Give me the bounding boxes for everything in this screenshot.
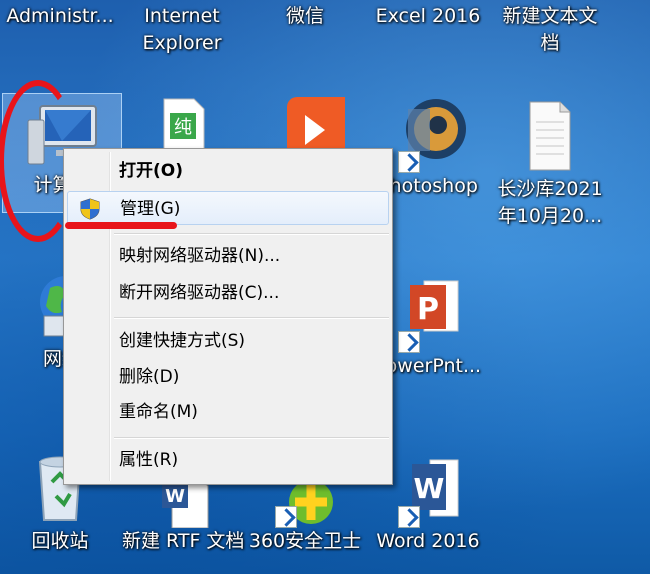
desktop-icon-wechat[interactable]: 微信 bbox=[245, 3, 365, 30]
menu-item-delete[interactable]: 删除(D) bbox=[67, 360, 389, 394]
shortcut-arrow-icon bbox=[398, 151, 420, 173]
desktop-icon-label: 新建文本文档 bbox=[502, 5, 598, 54]
shortcut-arrow-icon bbox=[275, 506, 297, 528]
powerpoint-icon: P bbox=[388, 275, 468, 353]
menu-separator bbox=[114, 317, 389, 319]
menu-item-properties[interactable]: 属性(R) bbox=[67, 443, 389, 477]
menu-separator bbox=[114, 233, 389, 235]
green-document-glyph: 纯 bbox=[174, 117, 192, 138]
desktop-icon-excel[interactable]: Excel 2016 bbox=[368, 3, 488, 30]
desktop-icon-label: Internet Explorer bbox=[142, 5, 222, 54]
menu-item-create-shortcut[interactable]: 创建快捷方式(S) bbox=[67, 324, 389, 358]
svg-text:P: P bbox=[417, 292, 439, 327]
menu-separator bbox=[114, 437, 389, 439]
svg-text:W: W bbox=[165, 486, 185, 507]
word-icon: W bbox=[388, 450, 468, 528]
desktop-icon-label: Administr... bbox=[6, 5, 114, 27]
desktop-icon-label: 微信 bbox=[285, 5, 324, 27]
desktop-icon-label: 回收站 bbox=[31, 530, 89, 552]
desktop-icon-internet-explorer[interactable]: Internet Explorer bbox=[122, 3, 242, 57]
red-underline-annotation bbox=[65, 222, 177, 229]
desktop-icon-label: Word 2016 bbox=[376, 530, 480, 552]
desktop-icon-changsha-document[interactable]: 长沙库2021年10月20... bbox=[490, 98, 610, 230]
menu-item-rename[interactable]: 重命名(M) bbox=[67, 395, 389, 429]
shortcut-arrow-icon bbox=[398, 331, 420, 353]
desktop-icon-new-text-document[interactable]: 新建文本文档 bbox=[490, 3, 610, 57]
desktop-icon-label: 新建 RTF 文档 bbox=[122, 530, 245, 552]
desktop-icon-label: 长沙库2021年10月20... bbox=[497, 178, 603, 227]
desktop-icon-label: Excel 2016 bbox=[375, 5, 481, 27]
desktop-icon-label: 360安全卫士 bbox=[248, 530, 362, 552]
menu-item-label: 管理(G) bbox=[120, 199, 181, 219]
svg-text:W: W bbox=[414, 472, 445, 505]
menu-item-disconnect-network-drive[interactable]: 断开网络驱动器(C)... bbox=[67, 276, 389, 310]
photoshop-icon bbox=[388, 95, 468, 173]
menu-item-manage[interactable]: 管理(G) bbox=[67, 191, 389, 225]
shortcut-arrow-icon bbox=[398, 506, 420, 528]
menu-item-map-network-drive[interactable]: 映射网络驱动器(N)... bbox=[67, 239, 389, 273]
text-document-icon bbox=[510, 98, 590, 176]
uac-shield-icon bbox=[80, 198, 100, 220]
desktop-icon-administrator[interactable]: Administr... bbox=[0, 3, 120, 30]
context-menu: 打开(O) 管理(G) 映射网络驱动器(N)... 断开网络驱动器(C)... … bbox=[63, 148, 393, 485]
menu-item-open[interactable]: 打开(O) bbox=[67, 154, 389, 188]
